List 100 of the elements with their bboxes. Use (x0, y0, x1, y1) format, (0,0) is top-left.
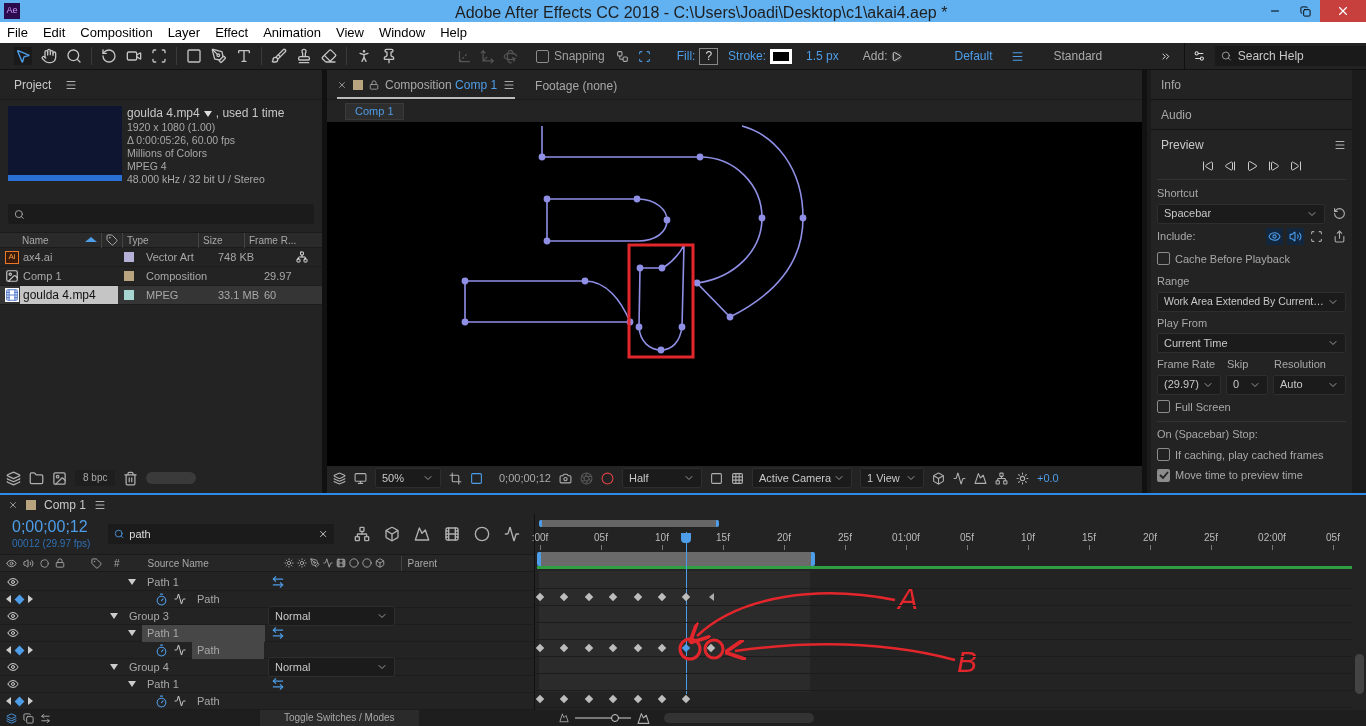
exposure-icon[interactable] (1016, 471, 1029, 485)
column-header[interactable]: Frame R... (244, 232, 297, 248)
time-indicator-handle[interactable] (681, 533, 692, 543)
project-item[interactable]: goulda 4.mp4 MPEG 33.1 MB 60 (0, 286, 322, 305)
pan-behind-tool-icon[interactable] (151, 48, 167, 64)
comp-flowchart-icon[interactable] (354, 526, 370, 542)
menu-item[interactable]: Effect (215, 22, 249, 43)
label-color[interactable] (124, 252, 134, 262)
resolution-dropdown[interactable]: Auto (1273, 374, 1346, 395)
clear-icon[interactable] (317, 528, 328, 540)
roto-brush-icon[interactable] (356, 48, 372, 64)
range-dropdown[interactable]: Work Area Extended By Current… (1157, 291, 1346, 312)
label-color[interactable] (124, 271, 134, 281)
in-out-icon[interactable] (40, 712, 51, 724)
project-item[interactable]: Ai ax4.ai Vector Art 748 KB (0, 248, 322, 267)
keyframe-marker[interactable] (608, 592, 618, 602)
keyframe-marker[interactable] (535, 643, 545, 653)
flowchart-icon[interactable] (995, 471, 1008, 485)
add-icon[interactable] (891, 50, 903, 62)
next-keyframe-icon[interactable] (28, 595, 33, 603)
panel-tab[interactable]: Footage (none) (535, 73, 618, 99)
draft-3d-icon[interactable] (384, 526, 400, 542)
stamp-tool-icon[interactable] (296, 48, 312, 64)
menu-icon[interactable] (1334, 139, 1346, 151)
column-header[interactable]: Name (0, 232, 102, 248)
selection-tool-icon[interactable] (15, 48, 31, 64)
shortcut-dropdown[interactable]: Spacebar (1157, 203, 1325, 224)
resolution-dropdown[interactable]: Half (622, 468, 702, 488)
reset-icon[interactable] (1333, 207, 1346, 220)
column-header[interactable]: # (114, 555, 120, 571)
keyframe-marker[interactable] (633, 592, 642, 602)
expand-triangle[interactable] (128, 681, 136, 687)
current-time[interactable]: 0;00;00;12 (499, 469, 551, 487)
column-header[interactable]: Type (122, 232, 198, 248)
search-input[interactable]: Search Help (1237, 47, 1360, 65)
menu-item[interactable]: Window (378, 22, 426, 43)
layer-name[interactable]: Group 4 (124, 658, 174, 676)
snap-edges-icon[interactable] (637, 49, 651, 63)
graph-icon[interactable] (174, 593, 186, 605)
new-composition-icon[interactable] (52, 470, 67, 486)
current-time[interactable]: 0;00;00;12 (12, 517, 106, 536)
text-tool-icon[interactable] (236, 48, 252, 64)
three-d-icon[interactable] (374, 558, 385, 568)
keyframe-marker[interactable] (560, 592, 569, 602)
menu-item[interactable]: Edit (42, 22, 66, 43)
search-input[interactable]: path (129, 525, 313, 543)
keyframe-marker[interactable] (682, 592, 691, 602)
checkbox[interactable] (1157, 448, 1170, 462)
keyframe-marker[interactable] (560, 694, 569, 704)
camera-dropdown[interactable]: Active Camera (752, 468, 852, 488)
path-direction-icon[interactable] (271, 575, 285, 589)
pixel-aspect-icon[interactable] (932, 471, 945, 485)
transparency-grid-icon[interactable] (731, 471, 744, 485)
menu-item[interactable]: Composition (80, 22, 153, 43)
pen-tool-icon[interactable] (211, 48, 227, 64)
graph-icon[interactable] (174, 644, 186, 656)
next-keyframe-icon[interactable] (28, 646, 33, 654)
column-header[interactable]: Source Name (147, 555, 278, 571)
search-field[interactable]: Search Help (1215, 46, 1366, 66)
panel-tab[interactable]: Audio (1161, 105, 1192, 124)
keyframe-marker[interactable] (682, 643, 691, 653)
add-keyframe-icon[interactable] (14, 645, 25, 655)
column-header[interactable]: Size (198, 232, 244, 248)
path-direction-icon[interactable] (271, 677, 285, 691)
rotate-tool-icon[interactable] (101, 48, 117, 64)
stopwatch-icon[interactable] (155, 643, 168, 657)
checkbox[interactable] (1157, 468, 1170, 482)
next-keyframe-icon[interactable] (28, 697, 33, 705)
rectangle-tool-icon[interactable] (186, 48, 202, 64)
checkbox[interactable] (1157, 252, 1170, 266)
label-icon[interactable] (91, 557, 102, 569)
keyframe-marker[interactable] (657, 694, 667, 704)
lock-icon[interactable] (369, 80, 379, 90)
visibility-icon[interactable] (7, 678, 19, 690)
include-toggle[interactable] (1266, 228, 1283, 245)
checkbox[interactable] (1157, 400, 1170, 414)
layer-name[interactable]: Path 1 (142, 675, 184, 693)
keyframe-marker[interactable] (633, 643, 642, 653)
snap-icon[interactable] (615, 49, 629, 63)
workspace-tab[interactable]: Standard (1053, 47, 1103, 65)
zoom-dropdown[interactable]: 50% (375, 468, 441, 488)
zoom-tool-icon[interactable] (66, 48, 82, 64)
column-header[interactable]: Parent (400, 555, 438, 571)
menu-item[interactable]: Animation (263, 22, 321, 43)
previous-frame-icon[interactable] (1223, 160, 1236, 172)
zoom-slider-thumb[interactable] (610, 714, 619, 722)
frame-rate-dropdown[interactable]: (29.97) (1157, 374, 1221, 395)
expand-triangle[interactable] (128, 630, 136, 636)
close-icon[interactable] (337, 80, 347, 90)
menu-item[interactable]: File (7, 22, 28, 43)
close-icon[interactable] (8, 499, 18, 510)
panel-tab[interactable]: Composition Comp 1 (337, 73, 516, 99)
caret-icon[interactable] (203, 110, 212, 117)
panel-tab[interactable]: Info (1161, 75, 1181, 94)
expand-triangle[interactable] (128, 579, 136, 585)
video-switch-icon[interactable] (6, 557, 17, 569)
panel-tab[interactable]: Comp 1 (44, 495, 87, 514)
workspace-tab[interactable]: Default (954, 47, 1024, 65)
hand-tool-icon[interactable] (41, 48, 57, 64)
menu-icon[interactable] (94, 498, 107, 511)
